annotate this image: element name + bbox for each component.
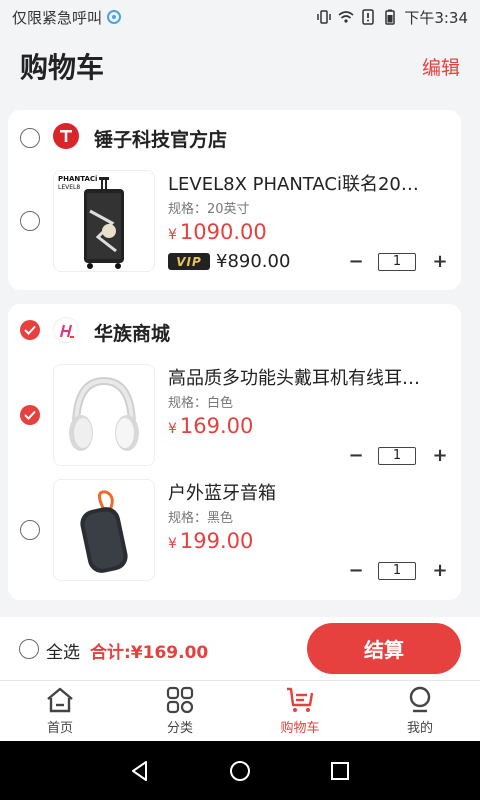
tab-label: 首页 (46, 721, 73, 736)
increase-quantity-button[interactable]: + (432, 561, 448, 581)
currency-symbol: ¥ (168, 227, 177, 243)
select-all-label[interactable]: 全选 (46, 638, 80, 663)
quantity-stepper: − 1 + (348, 252, 448, 272)
tab-home[interactable]: 首页 (0, 681, 120, 741)
tab-bar: 首页 分类 购物车 我的 (0, 680, 480, 741)
checkout-button[interactable]: 结算 (307, 623, 461, 674)
item-checkbox[interactable] (20, 211, 40, 231)
tab-label: 购物车 (280, 721, 320, 736)
item-checkbox[interactable] (20, 520, 40, 540)
recents-icon[interactable] (328, 759, 352, 783)
tab-label: 我的 (406, 721, 433, 736)
shop-header: 华族商城 (8, 304, 461, 360)
vip-price-row: VIP ¥890.00 (168, 251, 290, 272)
product-spec: 规格：黑色 (168, 511, 234, 526)
cart-icon (287, 687, 314, 712)
svg-text:LEVEL8: LEVEL8 (58, 184, 80, 191)
back-icon[interactable] (128, 759, 152, 783)
increase-quantity-button[interactable]: + (432, 252, 448, 272)
sim-alert-icon (362, 9, 375, 25)
product-title[interactable]: LEVEL8X PHANTACi联名20… (168, 170, 438, 196)
page-header: 购物车 编辑 (0, 34, 480, 98)
quantity-input[interactable]: 1 (378, 562, 416, 580)
quantity-input[interactable]: 1 (378, 253, 416, 271)
system-nav-bar (0, 741, 480, 800)
shop-name: 华族商城 (94, 323, 171, 345)
select-all-checkbox[interactable] (19, 639, 39, 659)
item-checkbox-checked[interactable] (20, 405, 40, 425)
product-price: ¥199.00 (168, 529, 253, 553)
clock-text: 下午3:34 (404, 8, 468, 27)
home-icon (47, 687, 73, 713)
category-icon (166, 686, 194, 714)
shop-card-smartisan: 锤子科技官方店 PHANTACi LEVEL8 LEVEL8X PHANTACi… (8, 110, 461, 290)
decrease-quantity-button[interactable]: − (348, 252, 364, 272)
price-value: 169.00 (179, 414, 254, 438)
tab-cart[interactable]: 购物车 (240, 681, 360, 741)
carrier-text: 仅限紧急呼叫 (12, 8, 103, 27)
product-spec: 规格：20英寸 (168, 202, 250, 217)
product-image-luggage[interactable]: PHANTACi LEVEL8 (53, 170, 155, 272)
tab-profile[interactable]: 我的 (360, 681, 480, 741)
increase-quantity-button[interactable]: + (432, 446, 448, 466)
product-title[interactable]: 户外蓝牙音箱 (168, 479, 438, 505)
shop-checkbox-checked[interactable] (20, 320, 40, 340)
product-price: ¥1090.00 (168, 220, 267, 244)
decrease-quantity-button[interactable]: − (348, 446, 364, 466)
vibrate-icon (317, 10, 332, 24)
currency-symbol: ¥ (168, 536, 177, 552)
hotspot-icon (107, 10, 122, 24)
price-value: 1090.00 (179, 220, 267, 244)
home-nav-icon[interactable] (228, 759, 252, 783)
shop-card-huazu: 华族商城 高品质多功能头戴耳机有线耳… 规格：白色 ¥169.00 − 1 + … (8, 304, 461, 600)
price-value: 199.00 (179, 529, 254, 553)
svg-text:PHANTACi: PHANTACi (58, 175, 97, 183)
quantity-input[interactable]: 1 (378, 447, 416, 465)
battery-icon (385, 9, 396, 25)
shop-checkbox[interactable] (20, 128, 40, 148)
vip-badge: VIP (168, 253, 210, 270)
total-price: 合计:¥169.00 (90, 643, 209, 663)
status-bar: 仅限紧急呼叫 下午3:34 (0, 0, 480, 34)
vip-price: ¥890.00 (216, 251, 291, 272)
checkout-bar: 全选 合计:¥169.00 结算 (0, 617, 480, 680)
quantity-stepper: − 1 + (348, 561, 448, 581)
product-spec: 规格：白色 (168, 396, 234, 411)
decrease-quantity-button[interactable]: − (348, 561, 364, 581)
quantity-stepper: − 1 + (348, 446, 448, 466)
product-price: ¥169.00 (168, 414, 253, 438)
wifi-icon (338, 11, 354, 23)
edit-button[interactable]: 编辑 (422, 53, 460, 80)
huazu-logo-icon (53, 317, 79, 343)
product-image-speaker[interactable] (53, 479, 155, 581)
page-title: 购物车 (20, 51, 105, 84)
currency-symbol: ¥ (168, 421, 177, 437)
product-title[interactable]: 高品质多功能头戴耳机有线耳… (168, 364, 438, 390)
tab-label: 分类 (166, 721, 193, 736)
smartisan-logo-icon (53, 123, 79, 149)
product-image-headphones[interactable] (53, 364, 155, 466)
shop-header: 锤子科技官方店 (8, 110, 461, 166)
profile-icon (409, 686, 431, 713)
shop-name: 锤子科技官方店 (94, 129, 228, 151)
tab-category[interactable]: 分类 (120, 681, 240, 741)
